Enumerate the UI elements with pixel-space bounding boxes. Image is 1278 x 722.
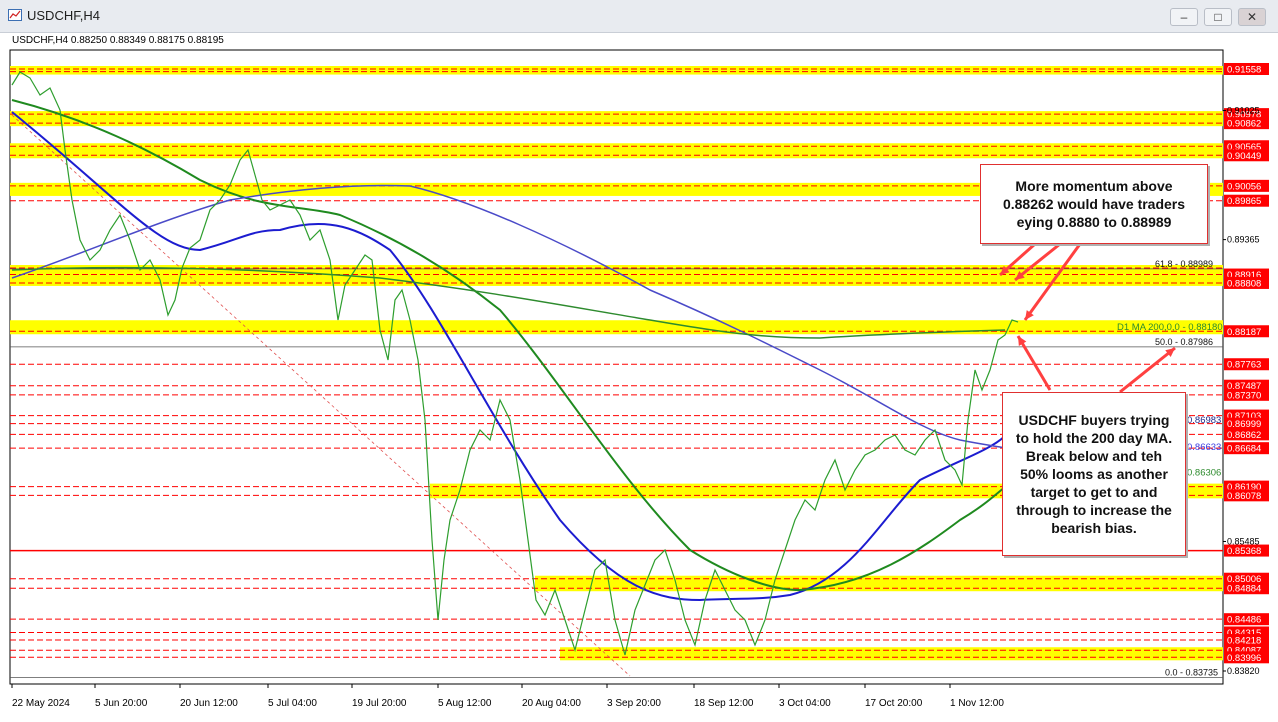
momentum-note-line: 0.88262 would have traders bbox=[1002, 196, 1186, 212]
title-bar: USDCHF,H4 – □ ✕ bbox=[0, 0, 1278, 33]
price-label-0-90449: 0.90449 bbox=[1227, 151, 1261, 162]
chart-info: USDCHF,H4 0.88250 0.88349 0.88175 0.8819… bbox=[12, 35, 224, 46]
axis-tick-0-85485: 0.85485 bbox=[1227, 536, 1260, 546]
support-resistance-zone bbox=[10, 111, 1223, 127]
fib-label-50-0-0-87986: 50.0 - 0.87986 bbox=[1155, 337, 1213, 347]
ma-label-0-86983: 0.86983 bbox=[1187, 415, 1221, 426]
ma-label-d1-ma-200-0-0-0-88180: D1 MA 200,0,0 - 0.88180 bbox=[1117, 322, 1223, 333]
price-label-0-84486: 0.84486 bbox=[1227, 615, 1261, 626]
price-label-0-87763: 0.87763 bbox=[1227, 360, 1261, 371]
support-resistance-zone bbox=[535, 575, 1223, 592]
x-tick-22-may-2024: 22 May 2024 bbox=[12, 698, 70, 709]
price-label-0-91558: 0.91558 bbox=[1227, 65, 1261, 76]
support-resistance-zone bbox=[10, 320, 1223, 335]
x-tick-1-nov-12-00: 1 Nov 12:00 bbox=[950, 698, 1004, 709]
x-tick-5-aug-12-00: 5 Aug 12:00 bbox=[438, 698, 492, 709]
x-tick-3-sep-20-00: 3 Sep 20:00 bbox=[607, 698, 661, 709]
momentum-note-line: More momentum above bbox=[1015, 178, 1173, 194]
x-tick-5-jun-20-00: 5 Jun 20:00 bbox=[95, 698, 148, 709]
price-label-0-88808: 0.88808 bbox=[1227, 278, 1261, 289]
price-label-0-84884: 0.84884 bbox=[1227, 584, 1261, 595]
price-chart[interactable]: 61.8 - 0.88989 50.0 - 0.87986 0.0 - 0.8373… bbox=[0, 32, 1278, 722]
price-label-0-86684: 0.86684 bbox=[1227, 444, 1261, 455]
axis-tick-0-83820: 0.83820 bbox=[1227, 666, 1260, 676]
chart-window-icon bbox=[8, 9, 22, 21]
annotation-momentum: More momentum above 0.88262 would have tr… bbox=[980, 164, 1208, 244]
fib-label-61-8-0-88989: 61.8 - 0.88989 bbox=[1155, 259, 1213, 269]
support-resistance-zone bbox=[10, 143, 1223, 159]
support-resistance-zone bbox=[560, 647, 1223, 661]
price-label-0-83996: 0.83996 bbox=[1227, 653, 1261, 664]
price-label-0-89865: 0.89865 bbox=[1227, 196, 1261, 207]
ma-label-0-86633: 0.86633 bbox=[1187, 442, 1221, 453]
price-label-0-90056: 0.90056 bbox=[1227, 181, 1261, 192]
price-label-0-90862: 0.90862 bbox=[1227, 119, 1261, 130]
x-tick-17-oct-20-00: 17 Oct 20:00 bbox=[865, 698, 923, 709]
ma-note-line: target to get to and bbox=[1030, 484, 1158, 500]
fib-label-0-0-0-83735: 0.0 - 0.83735 bbox=[1165, 668, 1218, 678]
ma-note-line: through to increase the bbox=[1016, 502, 1172, 518]
price-label-0-86078: 0.86078 bbox=[1227, 491, 1261, 502]
x-tick-20-aug-04-00: 20 Aug 04:00 bbox=[522, 698, 581, 709]
price-label-0-85368: 0.85368 bbox=[1227, 546, 1261, 557]
maximize-button[interactable]: □ bbox=[1204, 8, 1232, 26]
ma-label-0-86306: 0.86306 bbox=[1187, 468, 1221, 479]
support-resistance-zone bbox=[10, 66, 1223, 75]
close-button[interactable]: ✕ bbox=[1238, 8, 1266, 26]
x-tick-20-jun-12-00: 20 Jun 12:00 bbox=[180, 698, 238, 709]
axis-tick-0-89365: 0.89365 bbox=[1227, 235, 1260, 245]
ma-note-line: bearish bias. bbox=[1051, 520, 1137, 536]
x-tick-5-jul-04-00: 5 Jul 04:00 bbox=[268, 698, 317, 709]
price-label-0-88187: 0.88187 bbox=[1227, 327, 1261, 338]
momentum-note-line: eying 0.8880 to 0.88989 bbox=[1016, 214, 1172, 230]
ma-note-line: 50% looms as another bbox=[1020, 466, 1168, 482]
price-label-0-86862: 0.86862 bbox=[1227, 430, 1261, 441]
ma-note-line: USDCHF buyers trying bbox=[1018, 412, 1170, 428]
minimize-button[interactable]: – bbox=[1170, 8, 1198, 26]
axis-tick-0-91025: 0.91025 bbox=[1227, 105, 1260, 115]
ma-note-line: Break below and teh bbox=[1025, 448, 1163, 464]
x-tick-19-jul-20-00: 19 Jul 20:00 bbox=[352, 698, 407, 709]
price-label-0-87370: 0.87370 bbox=[1227, 390, 1261, 401]
ma-note-line: to hold the 200 day MA. bbox=[1015, 430, 1173, 446]
x-tick-3-oct-04-00: 3 Oct 04:00 bbox=[779, 698, 831, 709]
annotation-200-day-ma: USDCHF buyers trying to hold the 200 day … bbox=[1002, 392, 1186, 556]
x-tick-18-sep-12-00: 18 Sep 12:00 bbox=[694, 698, 754, 709]
window-title: USDCHF,H4 bbox=[27, 8, 100, 23]
